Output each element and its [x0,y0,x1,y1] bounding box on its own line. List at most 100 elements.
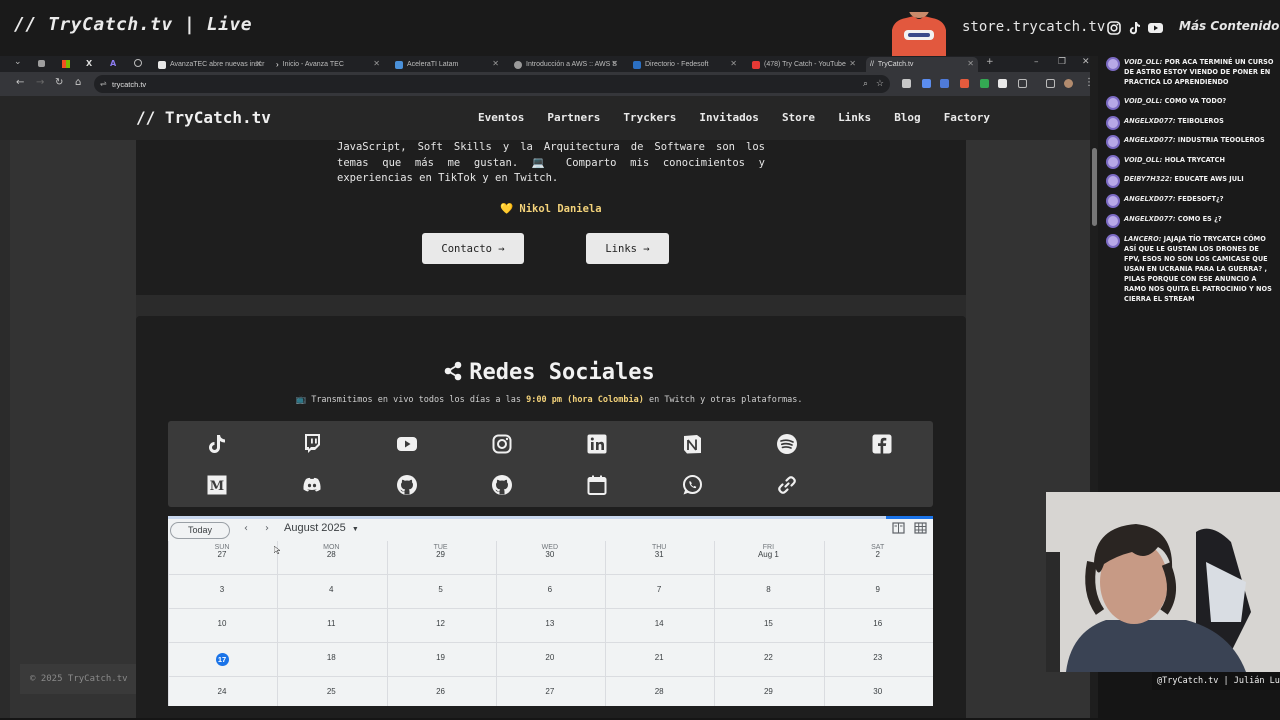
twitch-icon[interactable] [301,432,323,454]
scrollbar-thumb[interactable] [1092,148,1097,226]
extension-icon[interactable] [922,79,931,88]
pinned-tab-icon-2[interactable] [134,59,142,67]
calendar-day[interactable]: 29 [714,687,822,696]
calendar-day[interactable]: 30 [496,550,604,559]
tab-avanzatec[interactable]: AvanzaTEC abre nuevas inscr ✕ [154,57,266,72]
pinned-tab-icon[interactable]: A [110,59,116,68]
close-window-icon[interactable]: ✕ [1082,57,1090,67]
nav-factory[interactable]: Factory [944,111,990,124]
calendar-day[interactable]: 25 [277,687,385,696]
agenda-view-icon[interactable] [892,522,905,534]
calendar-day[interactable]: 15 [714,619,822,628]
tab-acelerati[interactable]: AceleraTI Latam ✕ [391,57,503,72]
calendar-day[interactable]: 10 [168,619,276,628]
close-icon[interactable]: ✕ [373,59,380,68]
calendar-day[interactable]: 29 [387,550,495,559]
site-logo[interactable]: // TryCatch.tv [136,108,271,127]
calendar-day[interactable]: 3 [168,585,276,594]
close-icon[interactable]: ✕ [611,59,618,68]
tab-youtube[interactable]: (478) Try Catch - YouTube ✕ [748,57,860,72]
calendar-day[interactable]: 11 [277,619,385,628]
forward-icon[interactable]: → [36,77,44,88]
nav-invitados[interactable]: Invitados [699,111,759,124]
reload-icon[interactable]: ↻ [55,77,63,88]
pen-extension-icon[interactable] [902,79,911,88]
extension-icon[interactable] [38,60,45,67]
tab-aws[interactable]: Introducción a AWS :: AWS S ✕ [510,57,622,72]
whatsapp-icon[interactable] [681,474,703,496]
calendar-day[interactable]: 19 [387,653,495,662]
nav-tryckers[interactable]: Tryckers [623,111,676,124]
calendar-day[interactable]: 27 [496,687,604,696]
contacto-button[interactable]: Contacto → [422,233,524,264]
calendar-day[interactable]: 8 [714,585,822,594]
zoom-icon[interactable]: ⌕ [863,78,868,89]
close-icon[interactable]: ✕ [967,59,974,68]
tiktok-icon[interactable] [206,433,228,455]
calendar-day[interactable]: 6 [496,585,604,594]
calendar-day[interactable]: 13 [496,619,604,628]
next-month-icon[interactable]: › [265,523,269,534]
calendar-day[interactable]: 30 [824,687,932,696]
calendar-day[interactable]: 16 [824,619,932,628]
extension-icon[interactable] [980,79,989,88]
new-tab-button[interactable]: + [986,57,994,67]
calendar-day[interactable]: 17 [168,653,276,666]
discord-icon[interactable] [301,474,323,496]
close-icon[interactable]: ✕ [730,59,737,68]
calendar-day[interactable]: 26 [387,687,495,696]
sidepanel-icon[interactable] [1046,79,1055,88]
site-info-icon[interactable]: ⇌ [100,79,107,88]
instagram-icon[interactable] [491,433,513,455]
nav-blog[interactable]: Blog [894,111,921,124]
bookmark-star-icon[interactable]: ☆ [876,78,884,89]
nav-partners[interactable]: Partners [547,111,600,124]
x-icon[interactable]: X [86,59,92,68]
tab-trycatch[interactable]: // TryCatch.tv ✕ [866,57,978,72]
calendar-day[interactable]: 14 [605,619,713,628]
calendar-icon[interactable] [586,474,608,496]
calendar-day[interactable]: 31 [605,550,713,559]
prev-month-icon[interactable]: ‹ [244,523,248,534]
calendar-day[interactable]: Aug 1 [714,550,822,559]
calendar-day[interactable]: 20 [496,653,604,662]
close-icon[interactable]: ✕ [255,59,262,68]
calendar-day[interactable]: 23 [824,653,932,662]
extensions-puzzle-icon[interactable] [1018,79,1027,88]
close-icon[interactable]: ✕ [492,59,499,68]
nav-links[interactable]: Links [838,111,871,124]
calendar-day[interactable]: 27 [168,550,276,559]
month-view-icon[interactable] [914,522,927,534]
notion-icon[interactable] [681,433,703,455]
github-icon[interactable] [491,474,513,496]
home-icon[interactable]: ⌂ [75,77,81,88]
nav-store[interactable]: Store [782,111,815,124]
close-icon[interactable]: ✕ [849,59,856,68]
minimize-icon[interactable]: – [1034,57,1039,67]
github-icon[interactable] [396,474,418,496]
month-selector[interactable]: August 2025 ▼ [284,522,359,534]
extension-icon[interactable] [998,79,1007,88]
calendar-day[interactable]: 22 [714,653,822,662]
calendar-day[interactable]: 28 [605,687,713,696]
back-icon[interactable]: ← [16,77,24,88]
calendar-day[interactable]: 4 [277,585,385,594]
today-button[interactable]: Today [170,522,230,539]
medium-icon[interactable]: M [206,474,228,496]
linkedin-icon[interactable] [586,433,608,455]
calendar-day[interactable]: 18 [277,653,385,662]
address-bar[interactable]: ⇌ trycatch.tv ⌕ ☆ [94,75,890,93]
calendar-day[interactable]: 7 [605,585,713,594]
extension-icon[interactable] [940,79,949,88]
tab-search-icon[interactable]: ⌄ [14,57,22,67]
calendar-day[interactable]: 12 [387,619,495,628]
link-icon[interactable] [776,474,798,496]
tab-fedesoft[interactable]: Directorio - Fedesoft ✕ [629,57,741,72]
spotify-icon[interactable] [776,433,798,455]
nav-eventos[interactable]: Eventos [478,111,524,124]
extension-icon[interactable] [960,79,969,88]
calendar-day[interactable]: 5 [387,585,495,594]
links-button[interactable]: Links → [586,233,669,264]
calendar-day[interactable]: 21 [605,653,713,662]
calendar-day[interactable]: 28 [277,550,385,559]
